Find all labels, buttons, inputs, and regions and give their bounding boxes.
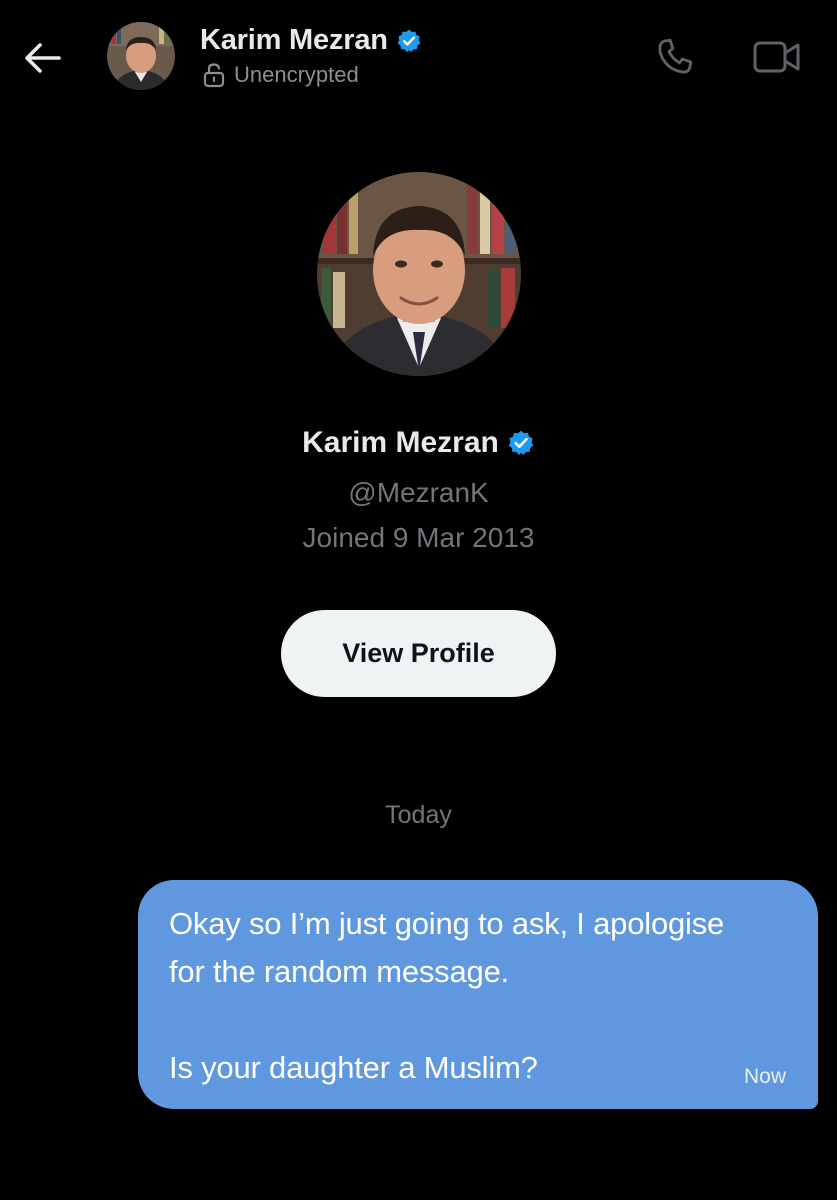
video-camera-icon bbox=[752, 38, 802, 76]
verified-badge-icon bbox=[396, 28, 422, 54]
outgoing-message-bubble[interactable]: Okay so I’m just going to ask, I apologi… bbox=[138, 880, 818, 1109]
arrow-left-icon bbox=[22, 42, 62, 74]
chat-header: Karim Mezran Unencrypted bbox=[0, 0, 837, 115]
message-text: Okay so I’m just going to ask, I apologi… bbox=[169, 906, 725, 1085]
video-call-button[interactable] bbox=[748, 34, 806, 80]
profile-joined-date: Joined 9 Mar 2013 bbox=[302, 522, 535, 553]
contact-name: Karim Mezran bbox=[200, 24, 388, 56]
encryption-status-label: Unencrypted bbox=[234, 62, 359, 87]
view-profile-button[interactable]: View Profile bbox=[281, 610, 556, 697]
profile-name-row: Karim Mezran bbox=[0, 426, 837, 460]
phone-icon bbox=[654, 36, 696, 78]
avatar[interactable] bbox=[107, 22, 175, 90]
header-title: Karim Mezran bbox=[200, 24, 422, 57]
verified-badge-icon bbox=[507, 429, 535, 457]
profile-avatar[interactable] bbox=[317, 172, 521, 376]
profile-name: Karim Mezran bbox=[302, 426, 499, 459]
date-divider: Today bbox=[385, 801, 452, 829]
call-button[interactable] bbox=[650, 34, 700, 80]
back-button[interactable] bbox=[18, 34, 66, 82]
message-timestamp: Now bbox=[743, 1065, 786, 1088]
unlocked-padlock-icon bbox=[202, 62, 226, 88]
encryption-status: Unencrypted bbox=[202, 62, 359, 88]
profile-handle: @MezranK bbox=[348, 477, 489, 508]
